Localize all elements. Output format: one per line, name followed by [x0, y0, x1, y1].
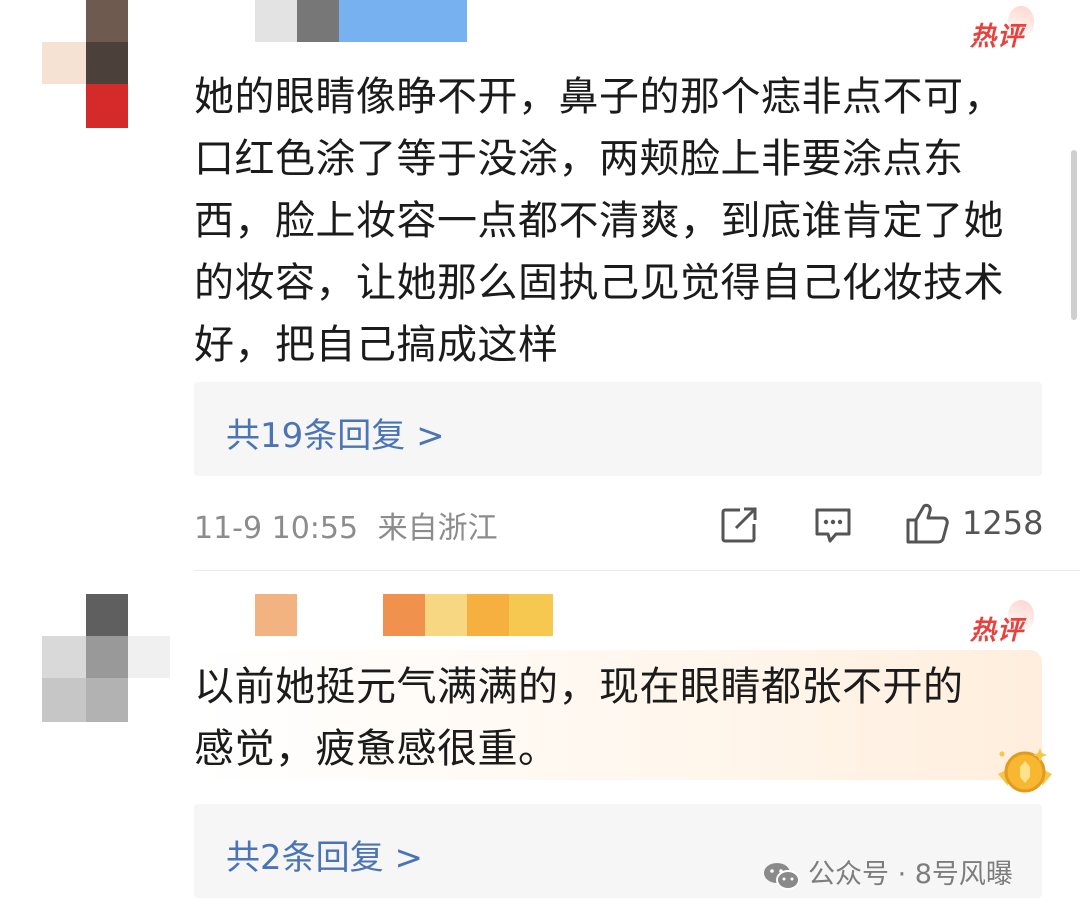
wechat-icon [764, 862, 800, 890]
like-count: 1258 [962, 504, 1044, 542]
comment-line: 好，把自己搞成这样 [194, 322, 559, 368]
like-thumb-icon[interactable] [904, 500, 950, 550]
comment-line: 的妆容，让她那么固执己见觉得自己化妆技术 [194, 260, 1004, 306]
divider [194, 570, 1080, 571]
medal-badge-icon [990, 740, 1060, 804]
watermark-text: 公众号 · 8号风曝 [808, 859, 1013, 890]
avatar-pixelated[interactable] [42, 0, 128, 128]
comment-line: 以前她挺元气满满的，现在眼睛都张不开的 [194, 664, 964, 710]
comment-line: 她的眼睛像睁不开，鼻子的那个痣非点不可， [194, 74, 1004, 120]
watermark: 公众号 · 8号风曝 [762, 852, 1013, 892]
comment-text: 以前她挺元气满满的，现在眼睛都张不开的 感觉，疲惫感很重。 [194, 656, 964, 780]
comment-line: 西，脸上妆容一点都不清爽，到底谁肯定了她 [194, 198, 1004, 244]
scrollbar[interactable] [1071, 150, 1077, 320]
comment-text: 她的眼睛像睁不开，鼻子的那个痣非点不可， 口红色涂了等于没涂，两颊脸上非要涂点东… [194, 66, 1004, 376]
comment-time: 11-9 10:55 [194, 511, 359, 546]
comment-location: 来自浙江 [377, 511, 498, 546]
comment-line: 感觉，疲惫感很重。 [194, 726, 559, 772]
view-replies-link[interactable]: 共19条回复 > [226, 408, 445, 457]
hot-comment-badge: 热评 [970, 600, 1035, 647]
comment-line: 口红色涂了等于没涂，两颊脸上非要涂点东 [194, 136, 964, 182]
comment-icon[interactable] [812, 504, 854, 550]
comment-meta: 11-9 10:55 来自浙江 [194, 503, 498, 547]
avatar-pixelated[interactable] [42, 594, 170, 722]
hot-comment-badge: 热评 [970, 6, 1035, 53]
reply-box[interactable]: 共19条回复 > [194, 382, 1042, 476]
view-replies-link[interactable]: 共2条回复 > [226, 830, 423, 879]
username-pixelated[interactable] [255, 594, 553, 638]
username-pixelated[interactable] [255, 0, 467, 44]
share-icon[interactable] [718, 504, 760, 550]
